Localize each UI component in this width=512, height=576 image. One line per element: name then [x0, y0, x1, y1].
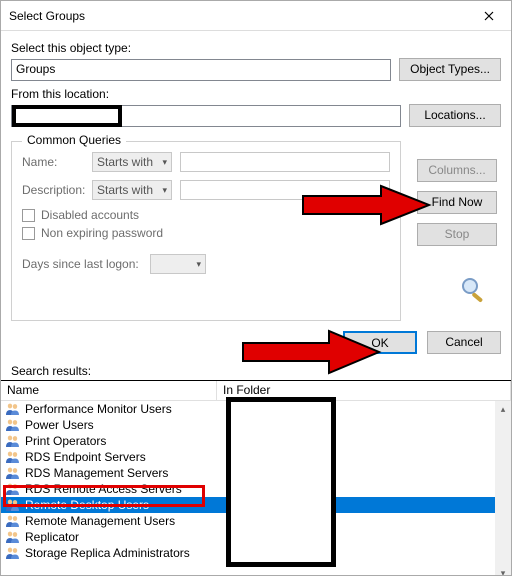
redacted-folder-column: [226, 397, 336, 567]
group-icon: [5, 466, 21, 480]
row-name: RDS Remote Access Servers: [25, 482, 182, 496]
group-icon: [5, 530, 21, 544]
find-now-button[interactable]: Find Now: [417, 191, 497, 214]
close-button[interactable]: [467, 1, 511, 31]
name-match-combo[interactable]: Starts with ▾: [92, 152, 172, 172]
window-title: Select Groups: [9, 9, 85, 23]
select-groups-dialog: Select Groups Select this object type: G…: [0, 0, 512, 576]
row-name: RDS Endpoint Servers: [25, 450, 146, 464]
titlebar: Select Groups: [1, 1, 511, 31]
row-name: Print Operators: [25, 434, 106, 448]
vertical-scrollbar[interactable]: ▴ ▾: [495, 401, 511, 576]
group-icon: [5, 482, 21, 496]
row-name: Remote Management Users: [25, 514, 175, 528]
group-icon: [5, 498, 21, 512]
row-name: Replicator: [25, 530, 79, 544]
fieldset-legend: Common Queries: [22, 133, 126, 147]
disabled-accounts-checkbox[interactable]: Disabled accounts: [22, 208, 390, 222]
checkbox-icon: [22, 209, 35, 222]
locations-button[interactable]: Locations...: [409, 104, 501, 127]
object-types-button[interactable]: Object Types...: [399, 58, 501, 81]
description-input[interactable]: [180, 180, 390, 200]
object-type-label: Select this object type:: [11, 41, 501, 55]
common-queries-fieldset: Common Queries Name: Starts with ▾ Descr…: [11, 141, 401, 321]
magnifier-icon: [459, 275, 487, 303]
columns-button[interactable]: Columns...: [417, 159, 497, 182]
description-match-combo[interactable]: Starts with ▾: [92, 180, 172, 200]
scroll-down-icon[interactable]: ▾: [495, 565, 511, 576]
stop-button[interactable]: Stop: [417, 223, 497, 246]
group-icon: [5, 418, 21, 432]
column-header-name[interactable]: Name: [1, 381, 217, 400]
chevron-down-icon: ▾: [196, 259, 201, 270]
description-label: Description:: [22, 183, 84, 197]
name-label: Name:: [22, 155, 84, 169]
days-since-logon-combo[interactable]: ▾: [150, 254, 206, 274]
search-results-label: Search results:: [1, 360, 511, 381]
name-input[interactable]: [180, 152, 390, 172]
location-label: From this location:: [11, 87, 501, 101]
row-name: Power Users: [25, 418, 94, 432]
group-icon: [5, 434, 21, 448]
group-icon: [5, 514, 21, 528]
non-expiring-password-checkbox[interactable]: Non expiring password: [22, 226, 390, 240]
days-since-logon-label: Days since last logon:: [22, 257, 142, 271]
location-field[interactable]: [11, 105, 401, 127]
group-icon: [5, 402, 21, 416]
ok-button[interactable]: OK: [343, 331, 417, 354]
group-icon: [5, 450, 21, 464]
checkbox-icon: [22, 227, 35, 240]
chevron-down-icon: ▾: [162, 185, 167, 196]
row-name: Storage Replica Administrators: [25, 546, 190, 560]
close-icon: [484, 11, 494, 21]
object-type-field[interactable]: Groups: [11, 59, 391, 81]
cancel-button[interactable]: Cancel: [427, 331, 501, 354]
row-name: Performance Monitor Users: [25, 402, 172, 416]
scroll-up-icon[interactable]: ▴: [495, 401, 511, 417]
row-name: RDS Management Servers: [25, 466, 168, 480]
chevron-down-icon: ▾: [162, 157, 167, 168]
row-name: Remote Desktop Users: [25, 498, 149, 512]
group-icon: [5, 546, 21, 560]
redacted-location: [12, 105, 122, 127]
